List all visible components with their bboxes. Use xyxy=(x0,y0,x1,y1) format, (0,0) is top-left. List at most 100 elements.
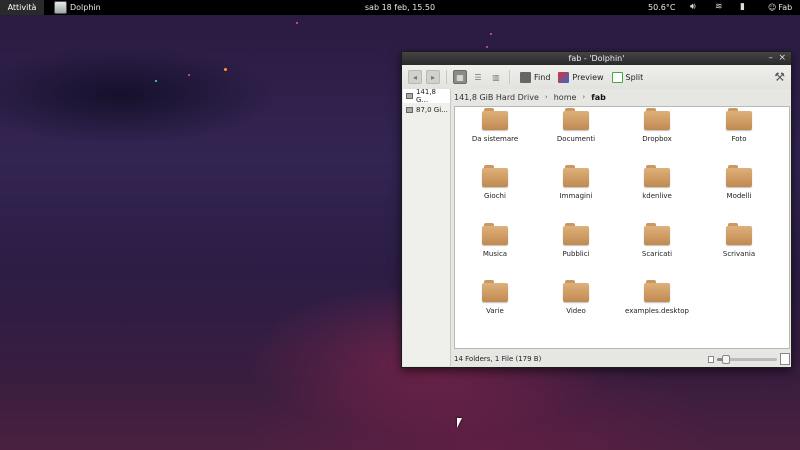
places-panel: 141,8 G... 87,0 Gi... xyxy=(403,88,451,366)
item-name: Da sistemare xyxy=(471,135,519,143)
chevron-right-icon: › xyxy=(582,93,586,101)
folder-item[interactable]: Da sistemare xyxy=(455,108,535,143)
folder-item[interactable]: Scrivania xyxy=(699,223,779,258)
folder-item[interactable]: Varie xyxy=(455,280,535,315)
dolphin-window: fab - 'Dolphin' – × ◂ ▸ ▦ ☰ ▥ Find Previ… xyxy=(401,51,792,368)
toolbar-separator xyxy=(446,70,447,84)
folder-item[interactable]: Scaricati xyxy=(617,223,697,258)
item-name: examples.desktop xyxy=(625,307,689,315)
window-title: fab - 'Dolphin' xyxy=(568,54,625,63)
place-item[interactable]: 141,8 G... xyxy=(403,88,450,104)
folder-icon xyxy=(482,280,508,302)
wallpaper-star xyxy=(224,68,227,71)
zoom-in-icon[interactable] xyxy=(780,353,790,365)
details-view-button[interactable]: ☰ xyxy=(471,70,485,84)
status-bar: 14 Folders, 1 File (179 B) xyxy=(454,352,790,366)
wallpaper-star xyxy=(155,80,157,82)
zoom-handle[interactable] xyxy=(722,354,730,364)
folder-item[interactable]: Giochi xyxy=(455,165,535,200)
top-panel: Attività Dolphin sab 18 feb, 15.50 50.6°… xyxy=(0,0,800,15)
app-menu[interactable]: Dolphin xyxy=(54,0,101,15)
folder-item[interactable]: Documenti xyxy=(536,108,616,143)
toolbar-separator xyxy=(509,70,510,84)
folder-icon xyxy=(726,223,752,245)
item-name: Modelli xyxy=(726,192,752,200)
back-button[interactable]: ◂ xyxy=(408,70,422,84)
file-view[interactable]: Da sistemare Documenti Dropbox Foto Giochi Im… xyxy=(454,106,790,349)
grid-icon: ▦ xyxy=(456,72,464,82)
breadcrumb: 141,8 GiB Hard Drive › home › fab xyxy=(454,89,790,105)
volume-icon[interactable]: 🔊︎ xyxy=(690,0,696,15)
folder-item[interactable]: Video xyxy=(536,280,616,315)
folder-icon xyxy=(482,165,508,187)
preview-label: Preview xyxy=(572,72,604,82)
folder-icon xyxy=(482,108,508,130)
temperature-indicator[interactable]: 50.6°C xyxy=(648,0,675,15)
item-name: Immagini xyxy=(559,192,593,200)
hard-drive-icon xyxy=(406,107,413,113)
place-item[interactable]: 87,0 Gi... xyxy=(403,103,450,117)
item-name: Musica xyxy=(482,250,508,258)
folder-item[interactable]: Pubblici xyxy=(536,223,616,258)
folder-icon xyxy=(482,223,508,245)
split-button[interactable]: Split xyxy=(611,71,643,83)
item-name: Varie xyxy=(486,307,504,315)
settings-wrench-icon[interactable]: ⚒ xyxy=(774,70,785,84)
preview-icon xyxy=(558,71,570,83)
file-icon xyxy=(644,280,670,302)
folder-icon xyxy=(726,108,752,130)
window-titlebar[interactable]: fab - 'Dolphin' – × xyxy=(402,52,791,65)
clock: sab 18 feb, 15.50 xyxy=(0,0,800,15)
dolphin-app-icon xyxy=(54,1,67,14)
place-label: 141,8 G... xyxy=(415,88,436,104)
forward-arrow-icon: ▸ xyxy=(430,72,435,82)
folder-icon xyxy=(644,223,670,245)
clock-label[interactable]: sab 18 feb, 15.50 xyxy=(365,3,435,12)
find-button[interactable]: Find xyxy=(520,71,551,83)
battery-icon[interactable]: ▮ xyxy=(740,0,745,15)
user-menu[interactable]: ☺ Fab xyxy=(768,0,792,15)
folder-item[interactable]: Musica xyxy=(455,223,535,258)
folder-icon xyxy=(563,108,589,130)
zoom-track[interactable] xyxy=(717,354,777,364)
folder-item[interactable]: kdenlive xyxy=(617,165,697,200)
zoom-out-icon[interactable] xyxy=(708,355,714,363)
wallpaper-star xyxy=(490,33,492,35)
icons-view-button[interactable]: ▦ xyxy=(453,70,467,84)
file-item[interactable]: examples.desktop xyxy=(617,280,697,315)
chevron-right-icon: › xyxy=(544,93,548,101)
wifi-icon[interactable]: ≋ xyxy=(715,0,723,15)
columns-view-button[interactable]: ▥ xyxy=(489,70,503,84)
folder-item[interactable]: Modelli xyxy=(699,165,779,200)
forward-button[interactable]: ▸ xyxy=(426,70,440,84)
find-label: Find xyxy=(534,72,551,82)
breadcrumb-home[interactable]: home xyxy=(554,93,577,102)
activities-button[interactable]: Attività xyxy=(0,0,44,15)
zoom-slider[interactable] xyxy=(708,353,790,365)
folder-item[interactable]: Dropbox xyxy=(617,108,697,143)
breadcrumb-root[interactable]: 141,8 GiB Hard Drive xyxy=(454,93,539,102)
folder-item[interactable]: Foto xyxy=(699,108,779,143)
minimize-icon[interactable]: – xyxy=(769,52,774,65)
breadcrumb-current[interactable]: fab xyxy=(591,93,606,102)
columns-icon: ▥ xyxy=(492,72,500,82)
folder-item[interactable]: Immagini xyxy=(536,165,616,200)
item-name: Dropbox xyxy=(642,135,672,143)
folder-icon xyxy=(644,165,670,187)
close-icon[interactable]: × xyxy=(778,52,786,65)
item-name: Scrivania xyxy=(722,250,756,258)
user-name: Fab xyxy=(778,3,793,12)
place-label: 87,0 Gi... xyxy=(416,106,448,114)
item-name: kdenlive xyxy=(642,192,672,200)
toolbar: ◂ ▸ ▦ ☰ ▥ Find Preview Split ⚒ xyxy=(402,65,791,89)
hard-drive-icon xyxy=(406,93,413,99)
item-name: Scaricati xyxy=(641,250,673,258)
preview-button[interactable]: Preview xyxy=(558,71,604,83)
back-arrow-icon: ◂ xyxy=(412,72,417,82)
item-name: Video xyxy=(566,307,586,315)
folder-icon xyxy=(563,165,589,187)
wallpaper-star xyxy=(486,46,488,48)
search-icon xyxy=(520,71,531,83)
folder-icon xyxy=(563,223,589,245)
folder-icon xyxy=(644,108,670,130)
